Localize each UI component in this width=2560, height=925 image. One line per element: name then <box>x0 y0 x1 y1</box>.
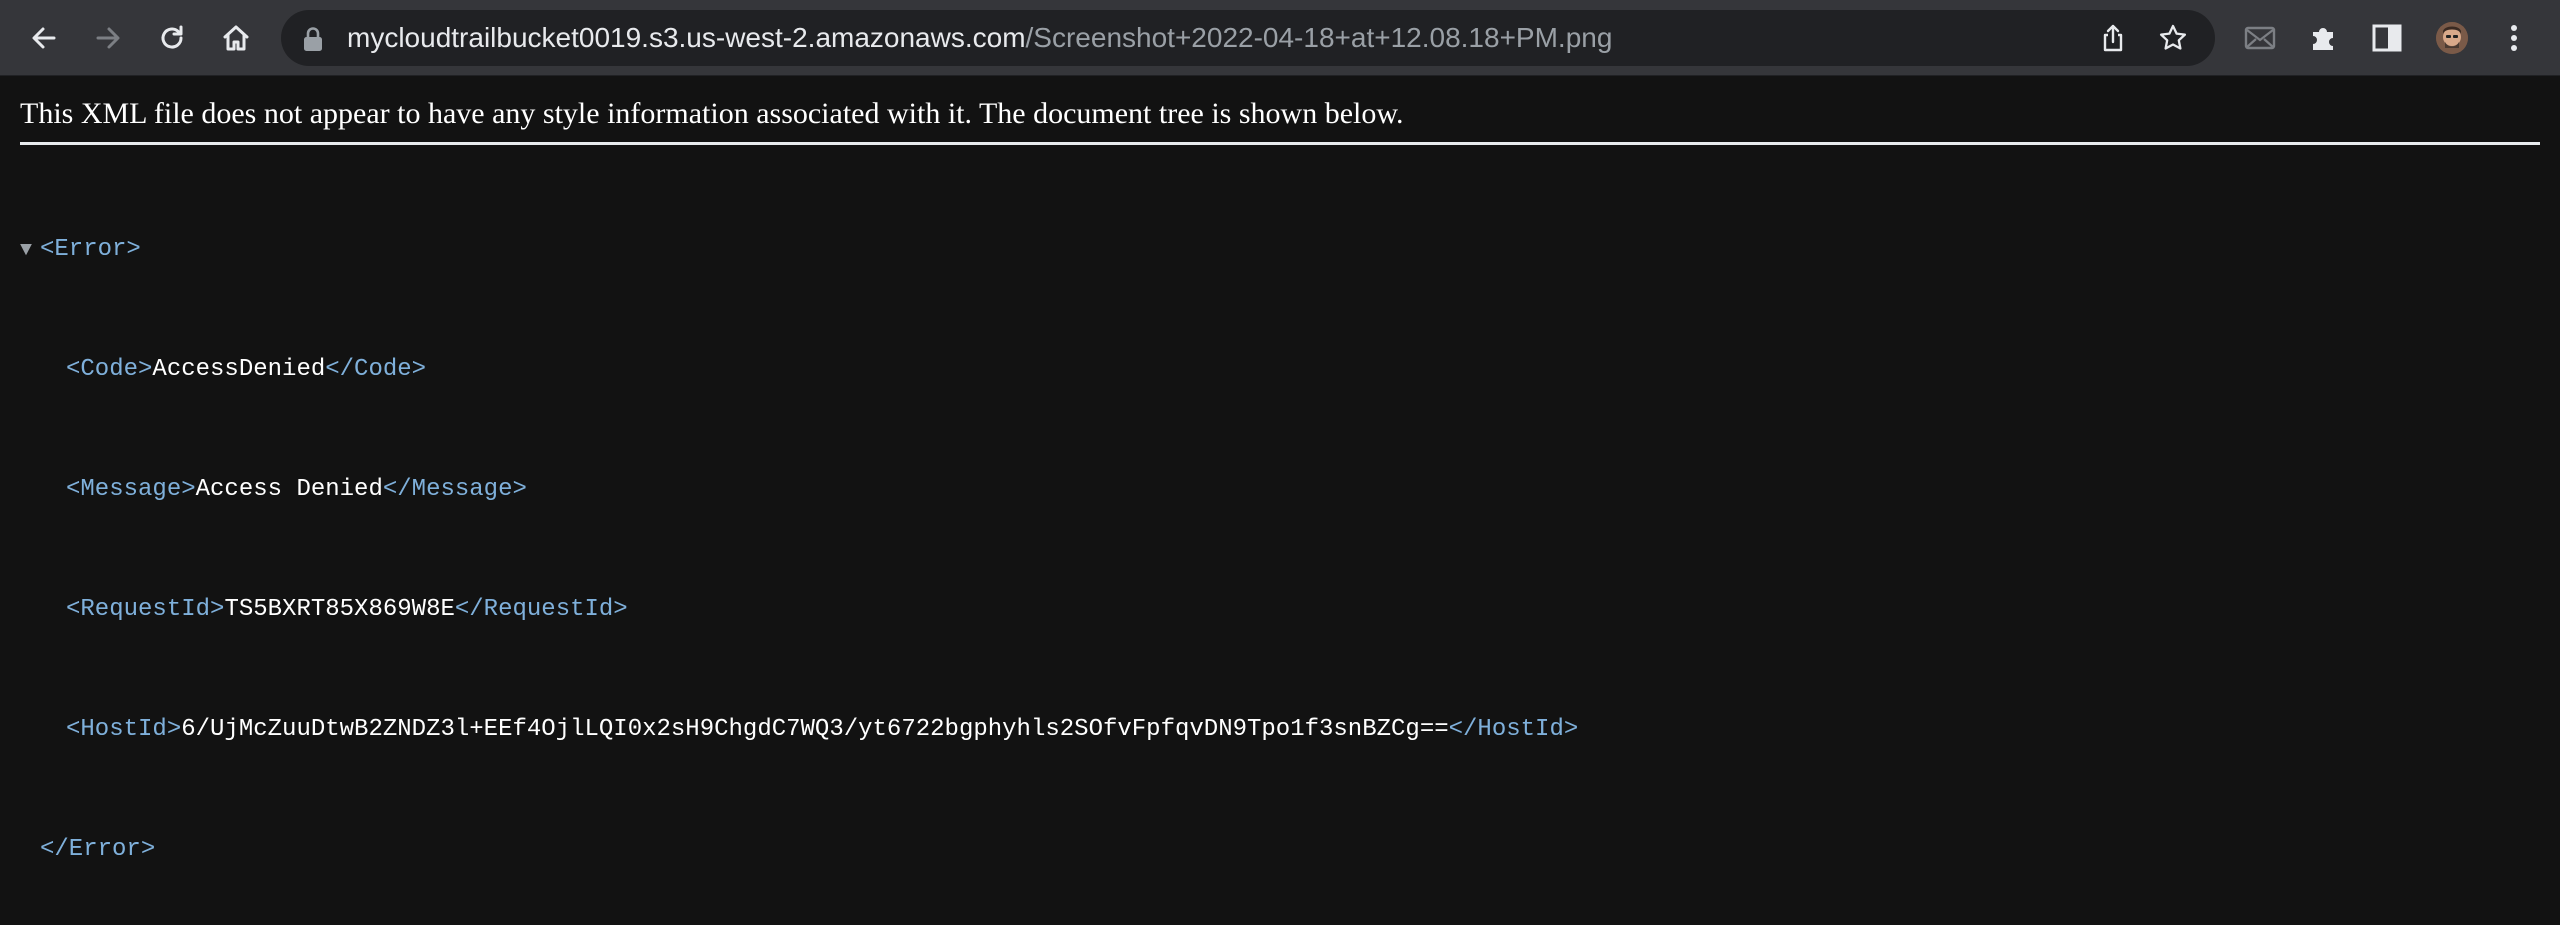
menu-kebab-icon <box>2511 25 2517 51</box>
browser-toolbar: mycloudtrailbucket0019.s3.us-west-2.amaz… <box>0 0 2560 76</box>
lock-icon[interactable] <box>301 26 325 52</box>
extensions-button[interactable] <box>2295 10 2351 66</box>
xml-value: AccessDenied <box>152 356 326 383</box>
xml-document-tree: ▼ <Error> <Code>AccessDenied</Code> <Mess… <box>20 175 1578 925</box>
page-content: This XML file does not appear to have an… <box>0 77 2560 863</box>
xml-root-close-line: </Error> <box>20 835 1578 865</box>
share-button[interactable] <box>2093 18 2133 58</box>
xml-tag-open: <Message> <box>66 476 196 503</box>
xml-tag-close: </RequestId> <box>454 596 628 623</box>
back-button[interactable] <box>16 10 72 66</box>
xml-style-notice: This XML file does not appear to have an… <box>20 95 2540 145</box>
mail-icon <box>2244 26 2276 50</box>
xml-tag-open: <Code> <box>66 356 153 383</box>
side-panel-icon <box>2372 24 2402 52</box>
extensions-puzzle-icon <box>2313 28 2333 50</box>
xml-value: 6/UjMcZuuDtwB2ZNDZ3l+EEf4OjlLQI0x2sH9Chg… <box>181 716 1449 743</box>
xml-root-open-line: ▼ <Error> <box>20 235 1578 265</box>
xml-node-hostid: <HostId>6/UjMcZuuDtwB2ZNDZ3l+EEf4OjlLQI0… <box>20 715 1578 745</box>
xml-tag-open: <HostId> <box>66 716 182 743</box>
xml-tag-close: </HostId> <box>1448 716 1579 743</box>
forward-button[interactable] <box>80 10 136 66</box>
xml-node-requestid: <RequestId>TS5BXRT85X869W8E</RequestId> <box>20 595 1578 625</box>
profile-avatar[interactable] <box>2436 22 2468 54</box>
xml-node-code: <Code>AccessDenied</Code> <box>20 355 1578 385</box>
xml-value: Access Denied <box>195 476 383 503</box>
xml-tag-open: <RequestId> <box>66 596 225 623</box>
url-path: /Screenshot+2022-04-18+at+12.08.18+PM.pn… <box>1025 22 1613 53</box>
xml-value: TS5BXRT85X869W8E <box>224 596 455 623</box>
side-panel-button[interactable] <box>2359 10 2415 66</box>
share-icon <box>2103 24 2123 52</box>
forward-icon <box>96 27 120 49</box>
url-text[interactable]: mycloudtrailbucket0019.s3.us-west-2.amaz… <box>347 10 1612 66</box>
back-icon <box>32 27 56 49</box>
mail-extension-button[interactable] <box>2232 10 2288 66</box>
address-bar[interactable]: mycloudtrailbucket0019.s3.us-west-2.amaz… <box>281 10 2215 66</box>
browser-menu-button[interactable] <box>2486 10 2542 66</box>
bookmark-button[interactable] <box>2153 18 2193 58</box>
avatar-face-icon <box>2436 22 2468 54</box>
xml-tag-close: </Code> <box>325 356 427 383</box>
url-host: mycloudtrailbucket0019.s3.us-west-2.amaz… <box>347 22 1026 53</box>
xml-node-message: <Message>Access Denied</Message> <box>20 475 1578 505</box>
xml-tag-error-open: <Error> <box>40 236 141 263</box>
reload-icon <box>161 25 183 49</box>
home-icon <box>223 25 249 51</box>
home-button[interactable] <box>208 10 264 66</box>
bookmark-star-icon <box>2159 24 2187 50</box>
xml-tag-error-close: </Error> <box>40 836 156 863</box>
xml-tag-close: </Message> <box>382 476 527 503</box>
reload-button[interactable] <box>144 10 200 66</box>
collapse-toggle-icon[interactable]: ▼ <box>20 236 40 266</box>
